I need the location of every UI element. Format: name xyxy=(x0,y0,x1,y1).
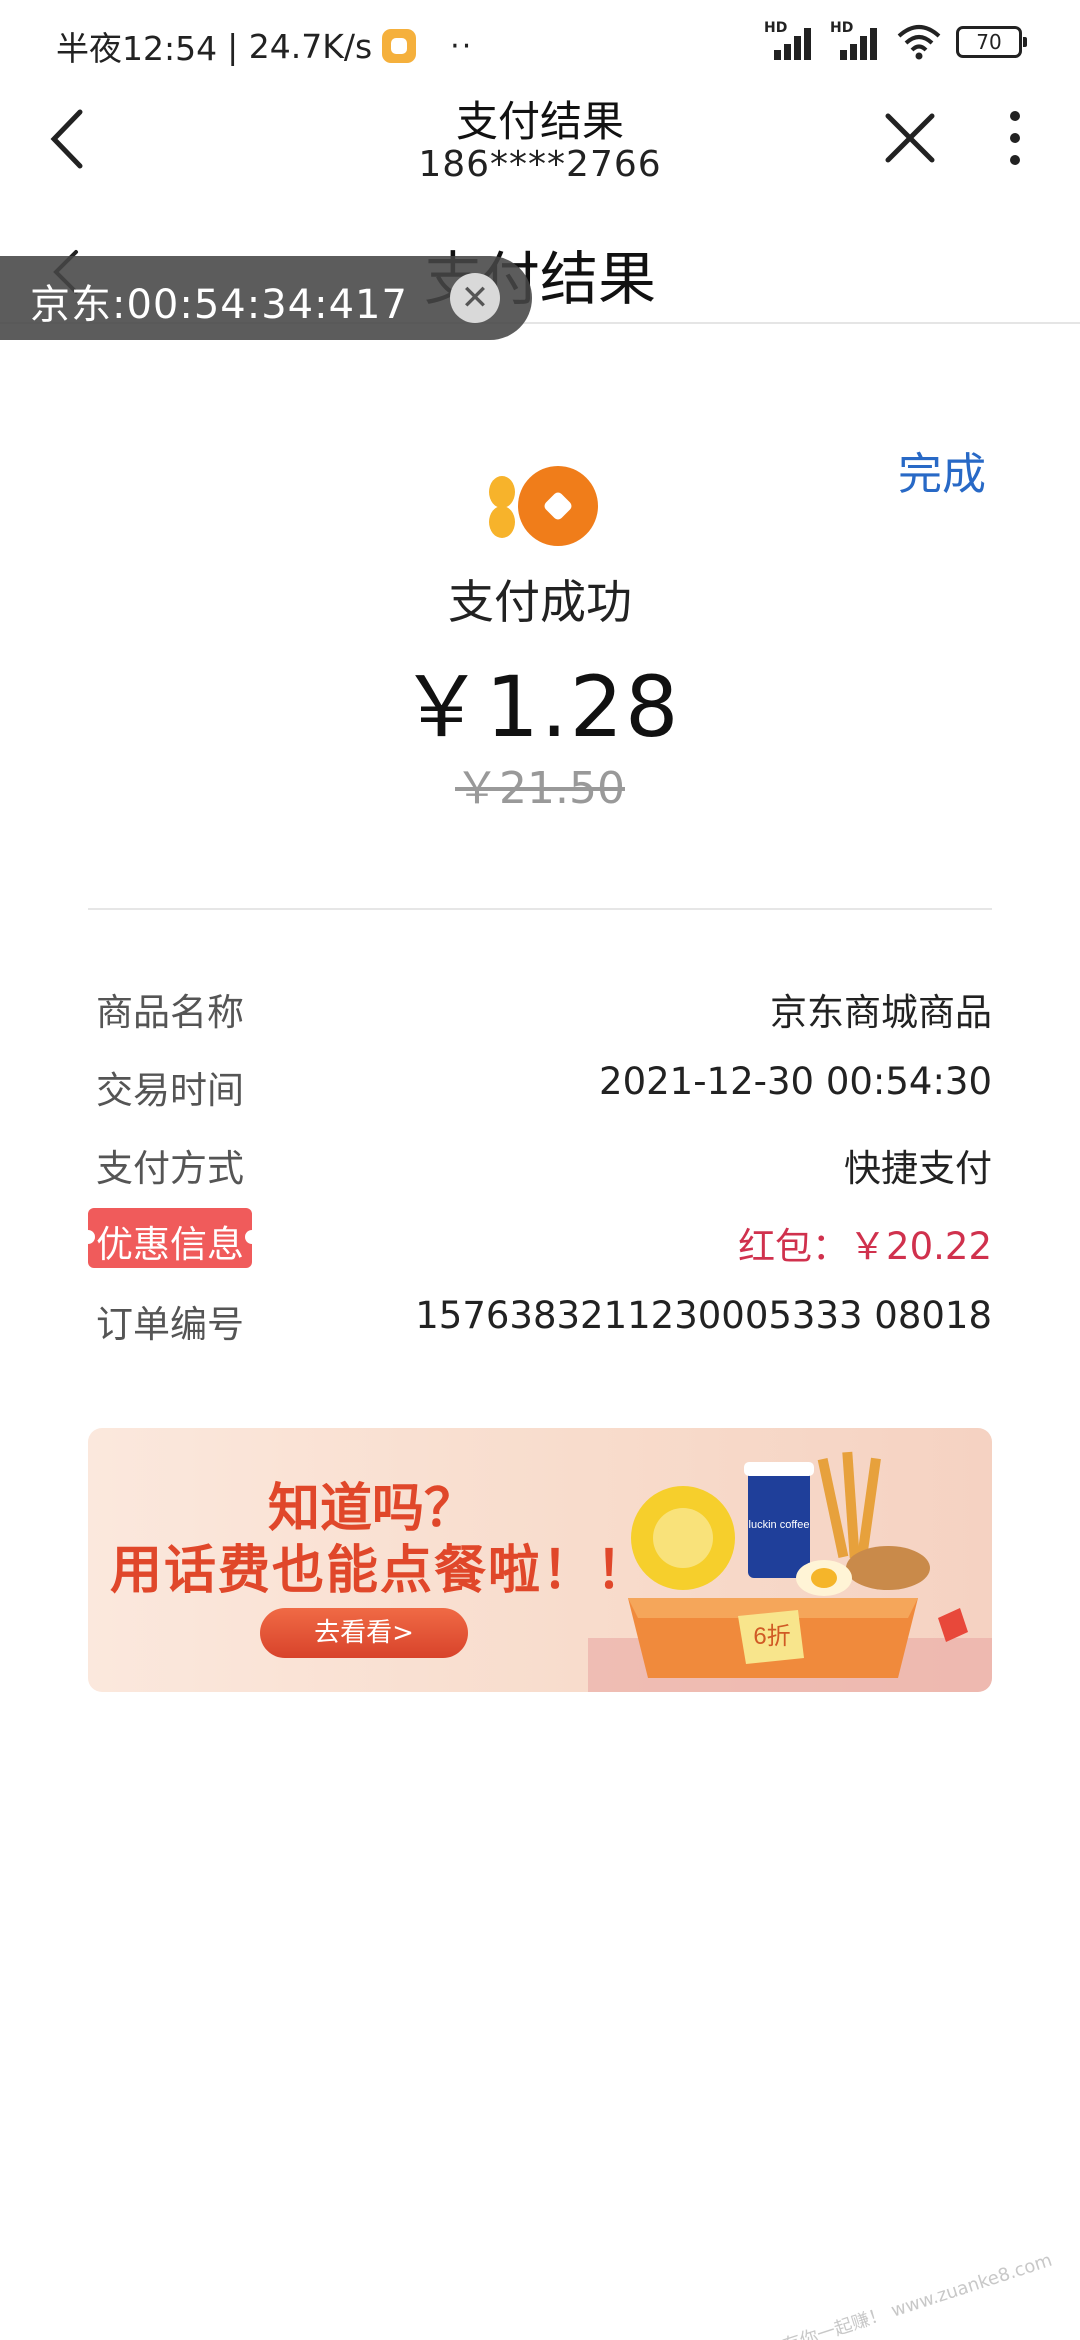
detail-value: 京东商城商品 xyxy=(770,991,992,1034)
signal-icon: HD xyxy=(764,20,816,60)
status-time: 半夜12:54 xyxy=(56,29,218,68)
notification-app-icon xyxy=(382,29,417,63)
close-icon[interactable] xyxy=(880,108,940,168)
detail-row-time: 交易时间 2021-12-30 00:54:30 xyxy=(88,1052,992,1112)
network-speed: | 24.7K/s xyxy=(227,26,373,66)
payment-status-text: 支付成功 xyxy=(448,575,632,629)
payment-success-coin-icon xyxy=(489,466,598,546)
detail-label: 订单编号 xyxy=(96,1303,244,1346)
banner-subheadline: 用话费也能点餐啦！！ xyxy=(110,1541,651,1601)
detail-label: 商品名称 xyxy=(96,991,244,1034)
detail-row-promotion: 优惠信息 红包：￥20.22 xyxy=(81,1208,992,1268)
original-amount: ￥21.50 xyxy=(455,763,625,814)
detail-label: 支付方式 xyxy=(96,1147,244,1190)
hd-label-2: HD xyxy=(830,20,854,36)
cup-label: luckin coffee xyxy=(749,1519,810,1531)
status-left: 半夜12:54 | 24.7K/s ·· xyxy=(56,22,473,70)
detail-label: 交易时间 xyxy=(96,1069,244,1112)
detail-value: 快捷支付 xyxy=(844,1147,992,1190)
nav-header: 支付结果 186****2766 xyxy=(0,88,1080,188)
banner-cta-button[interactable]: 去看看> xyxy=(260,1608,468,1658)
more-options-icon[interactable] xyxy=(1000,106,1030,170)
divider xyxy=(88,908,992,910)
detail-row-product: 商品名称 京东商城商品 xyxy=(88,974,992,1034)
detail-row-order-number: 订单编号 1576383211230005333 08018 xyxy=(88,1286,992,1346)
promo-banner[interactable]: 知道吗？ 用话费也能点餐啦！！ 去看看> luckin coffee 6折 xyxy=(88,1428,992,1692)
detail-value: 红包：￥20.22 xyxy=(738,1225,992,1268)
site-watermark: 赚客吧，有你一起赚！ www.zuanke8.com xyxy=(712,2249,1056,2340)
timer-overlay[interactable]: 京东:00:54:34:417 ✕ xyxy=(0,256,532,340)
hd-label: HD xyxy=(764,20,788,36)
signal-icon-2: HD xyxy=(830,20,882,60)
done-button[interactable]: 完成 xyxy=(898,438,986,502)
timer-close-icon[interactable]: ✕ xyxy=(450,273,500,323)
status-bar: 半夜12:54 | 24.7K/s ·· HD HD 70 xyxy=(0,0,1080,88)
food-basket-illustration: luckin coffee 6折 xyxy=(588,1451,992,1692)
detail-row-payment-method: 支付方式 快捷支付 xyxy=(88,1130,992,1190)
discount-badge-text: 6折 xyxy=(753,1623,790,1650)
wifi-icon xyxy=(897,25,941,60)
status-right: HD HD 70 xyxy=(764,20,1027,60)
more-notifications-icon: ·· xyxy=(450,28,474,64)
payment-result-page: 半夜12:54 | 24.7K/s ·· HD HD 70 支付结果 186**… xyxy=(0,0,1080,2340)
promotion-tag: 优惠信息 xyxy=(81,1208,259,1268)
order-number: 1576383211230005333 08018 xyxy=(415,1294,992,1337)
battery-icon: 70 xyxy=(956,26,1027,58)
detail-value: 2021-12-30 00:54:30 xyxy=(599,1060,992,1103)
paid-amount: ￥1.28 xyxy=(399,658,681,756)
timer-text: 京东:00:54:34:417 xyxy=(30,282,408,328)
